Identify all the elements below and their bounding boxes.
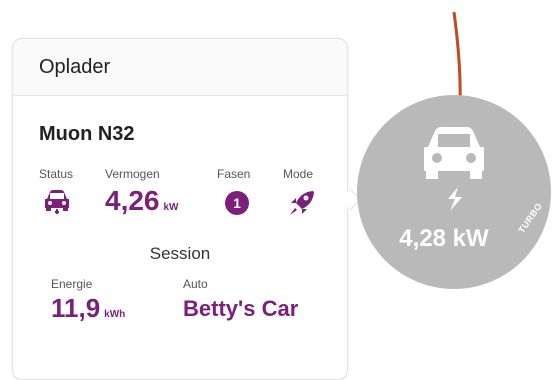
device-name: Muon N32 (39, 123, 135, 145)
energy-number: 11,9 (51, 293, 101, 323)
card-title: Oplader (39, 55, 111, 78)
rocket-icon[interactable] (287, 189, 317, 217)
phases-value: 1 (233, 195, 241, 211)
power-unit: kW (163, 202, 179, 213)
car-label: Auto (183, 277, 208, 291)
phases-label: Fasen (217, 167, 251, 181)
ev-charging-icon (424, 127, 484, 211)
card-header: Oplader (13, 39, 347, 96)
car-icon (45, 190, 69, 214)
mode-label: Mode (283, 167, 314, 181)
car-name[interactable]: Betty's Car (183, 296, 298, 322)
energy-label: Energie (51, 277, 93, 291)
energy-unit: kWh (104, 309, 126, 320)
session-title: Session (149, 244, 211, 263)
power-label: Vermogen (105, 167, 160, 181)
phases-badge: 1 (225, 191, 249, 215)
energy-value: 11,9 kWh (51, 293, 125, 324)
power-value: 4,26 kW (105, 185, 179, 217)
power-number: 4,26 (105, 185, 160, 216)
charger-node[interactable]: 4,28 kW TURBO (357, 95, 551, 289)
charger-power: 4,28 kW (399, 225, 489, 252)
charging-cable (452, 12, 462, 104)
status-label: Status (39, 167, 74, 181)
charger-card: Oplader Muon N32 Status Vermogen Fasen M… (12, 38, 348, 380)
